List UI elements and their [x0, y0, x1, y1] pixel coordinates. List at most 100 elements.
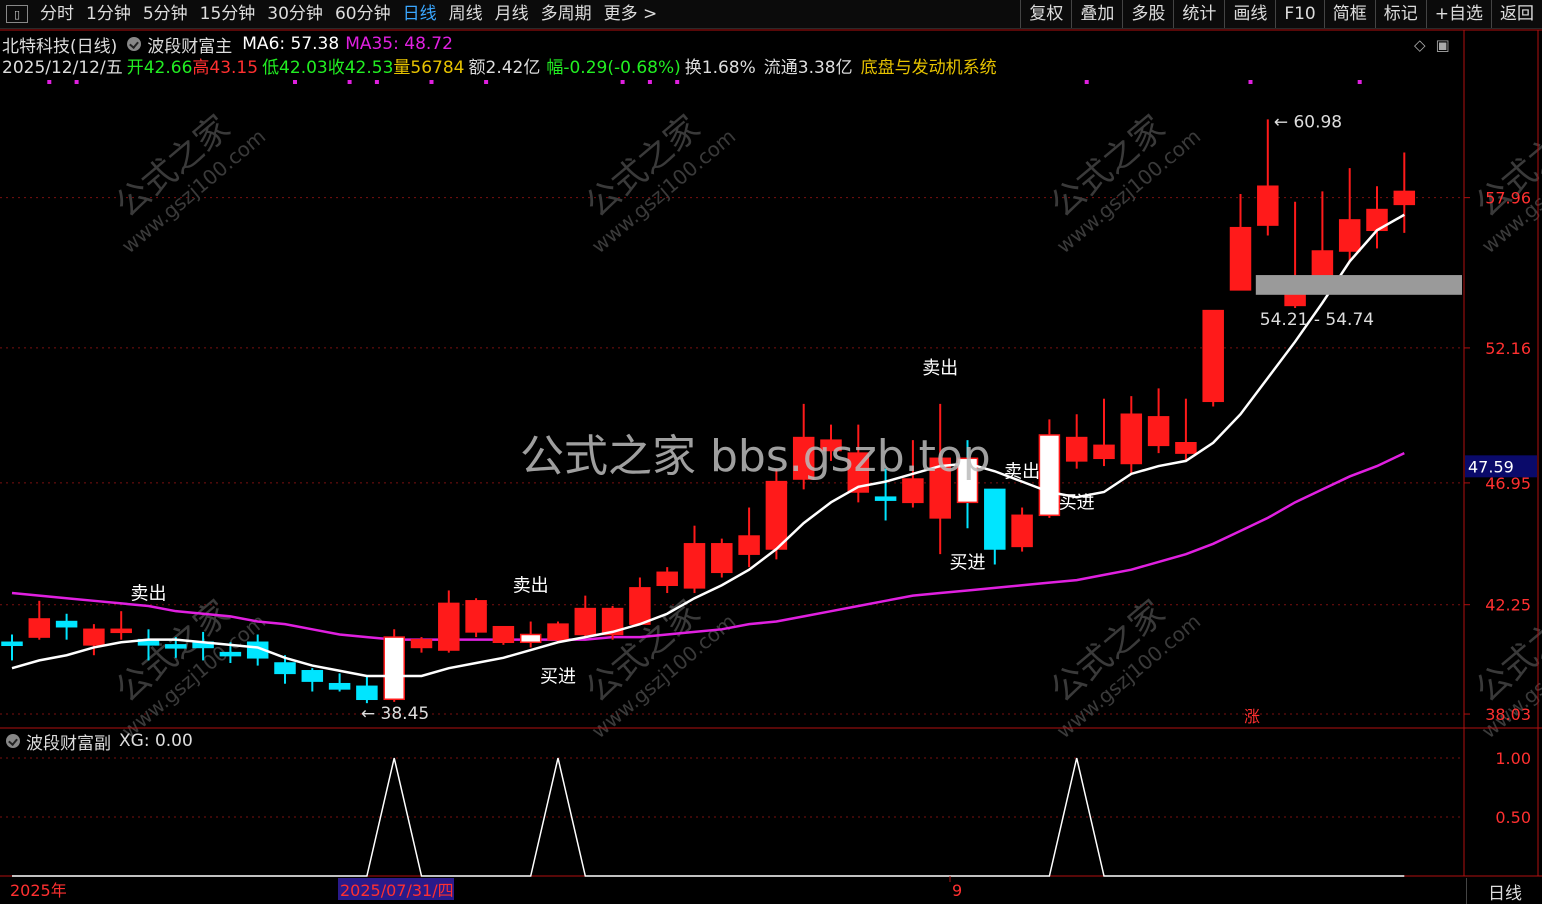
- candle-body: [83, 628, 105, 646]
- candle: [465, 598, 487, 638]
- candle-body: [1093, 444, 1115, 460]
- band-label: 54.21 - 54.74: [1260, 310, 1374, 330]
- signal-dot: [74, 80, 79, 84]
- candle: [1175, 398, 1197, 461]
- signal-dot: [1248, 80, 1253, 84]
- signal-label: 买进: [1059, 493, 1095, 514]
- candle: [984, 488, 1006, 565]
- check-circle-icon[interactable]: [6, 734, 20, 748]
- candle: [1229, 194, 1252, 291]
- candle: [356, 675, 378, 704]
- candle-body: [219, 651, 242, 657]
- candle-body: [902, 478, 924, 504]
- signal-dot: [293, 80, 297, 84]
- candle: [1011, 507, 1033, 552]
- candle-body: [792, 436, 815, 480]
- candle: [601, 605, 624, 640]
- candle-body: [574, 607, 597, 636]
- signal-label: 买进: [950, 552, 986, 573]
- candle-body: [1038, 434, 1061, 517]
- sub-y-tick-label: 0.50: [1495, 808, 1531, 827]
- candle-body: [1338, 219, 1361, 252]
- signal-label: 卖出: [513, 576, 549, 597]
- candle-body: [984, 488, 1006, 550]
- signal-dot: [1084, 80, 1089, 84]
- candle-body: [110, 628, 132, 634]
- candle: [820, 424, 842, 461]
- candle-body: [438, 602, 460, 651]
- candle-body: [547, 623, 569, 641]
- limit-up-label: 涨: [1244, 707, 1260, 726]
- candle-body: [765, 480, 788, 550]
- candle-body: [274, 662, 296, 675]
- candle-body: [1, 641, 23, 647]
- sub-y-tick-label: 1.00: [1495, 749, 1531, 768]
- candle-body: [1257, 185, 1279, 226]
- candle-body: [328, 682, 351, 690]
- candle-body: [1202, 309, 1224, 403]
- low-label: ← 38.45: [361, 704, 429, 724]
- signal-dot: [620, 80, 625, 84]
- candle: [1147, 388, 1170, 454]
- period-indicator[interactable]: 日线: [1466, 878, 1542, 904]
- candle: [765, 468, 788, 560]
- signal-label: 卖出: [131, 583, 167, 604]
- signal-dot: [1357, 80, 1362, 84]
- xg-value: XG: 0.00: [119, 731, 193, 751]
- candle-body: [55, 620, 78, 628]
- candle-body: [1229, 226, 1252, 291]
- candle-body: [1393, 190, 1416, 206]
- candle-body: [356, 685, 378, 701]
- candle-body: [656, 571, 678, 587]
- high-label: ← 60.98: [1274, 112, 1342, 132]
- sub-indicator-name[interactable]: 波段财富副: [26, 729, 111, 754]
- kline-chart[interactable]: 公式之家www.gszj100.com 公式之家www.gszj100.com 公式…: [0, 0, 1542, 904]
- candle-body: [383, 636, 405, 701]
- signal-dots: [47, 80, 1362, 84]
- signal-label: 卖出: [1004, 462, 1040, 483]
- candle: [874, 468, 897, 521]
- candle: [1093, 398, 1115, 467]
- candle-body: [492, 625, 515, 644]
- candle-body: [165, 644, 187, 649]
- candle: [1120, 396, 1143, 474]
- candle-body: [410, 638, 433, 649]
- candle: [301, 668, 324, 692]
- candle-body: [629, 587, 651, 625]
- current-price-label: 47.59: [1468, 457, 1514, 476]
- y-tick-label: 57.96: [1485, 189, 1531, 208]
- candle: [711, 538, 733, 578]
- watermark-text: 公式之家www.gszj100.com: [108, 108, 270, 259]
- y-tick-label: 42.25: [1485, 596, 1531, 615]
- candle-body: [874, 496, 897, 501]
- x-tick-label: 9: [952, 881, 962, 900]
- candle-body: [1065, 436, 1088, 462]
- candle: [1038, 419, 1061, 518]
- y-tick-label: 52.16: [1485, 339, 1531, 358]
- y-tick-label: 38.03: [1485, 705, 1531, 724]
- candle: [1393, 152, 1416, 233]
- candle: [1, 634, 23, 661]
- x-tick-label: 2025/07/31/四: [340, 881, 454, 900]
- watermark-text: 公式之家www.gszj100.com: [1043, 108, 1205, 259]
- signal-dot: [374, 80, 379, 84]
- candle-body: [820, 439, 842, 452]
- candle: [547, 621, 569, 643]
- signal-dot: [429, 80, 434, 84]
- candle-body: [738, 535, 760, 555]
- candle: [492, 625, 515, 645]
- candle: [110, 611, 132, 640]
- candle: [1311, 191, 1334, 283]
- candle: [438, 590, 460, 653]
- candle-body: [683, 543, 706, 589]
- watermark-text: 公式之家www.gszj100.com: [1043, 593, 1205, 744]
- candle: [574, 595, 597, 638]
- signal-dot: [675, 80, 680, 84]
- candle: [1065, 414, 1088, 469]
- candle: [629, 577, 651, 625]
- candle: [328, 673, 351, 692]
- signal-dot: [484, 80, 489, 84]
- candle-body: [1120, 413, 1143, 465]
- candle-body: [1175, 442, 1197, 454]
- watermark-text: 公式之家www.gszj100.com: [1468, 108, 1542, 259]
